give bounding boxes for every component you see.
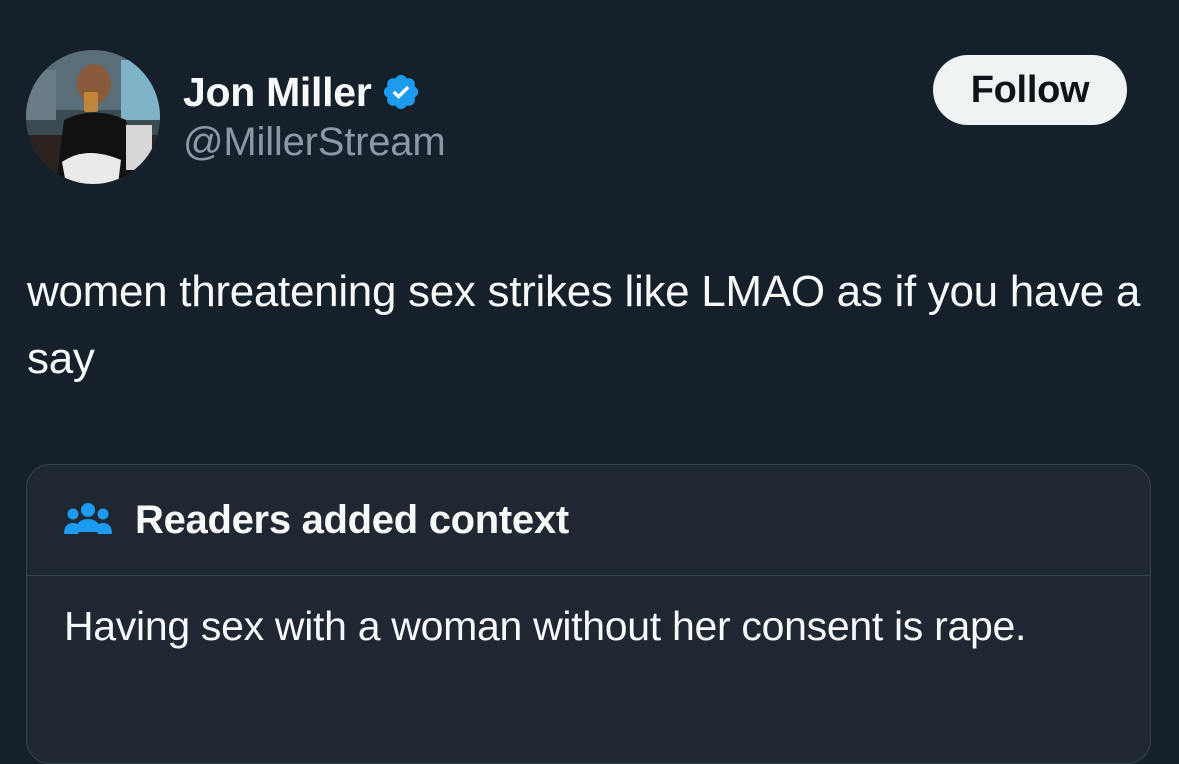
author-handle[interactable]: @MillerStream xyxy=(183,120,446,165)
people-icon xyxy=(63,500,113,540)
tweet-text: women threatening sex strikes like LMAO … xyxy=(27,267,1141,383)
community-note-header: Readers added context xyxy=(27,465,1150,576)
author-name-row[interactable]: Jon Miller xyxy=(183,66,421,118)
follow-button[interactable]: Follow xyxy=(933,55,1127,125)
verified-badge-icon[interactable] xyxy=(381,72,421,112)
avatar-photo xyxy=(26,50,160,184)
community-note-body: Having sex with a woman without her cons… xyxy=(64,603,1027,649)
display-name[interactable]: Jon Miller xyxy=(183,69,372,116)
community-note-title: Readers added context xyxy=(135,497,569,542)
community-note-card: Readers added context Having sex with a … xyxy=(26,464,1151,764)
avatar[interactable] xyxy=(26,50,160,184)
